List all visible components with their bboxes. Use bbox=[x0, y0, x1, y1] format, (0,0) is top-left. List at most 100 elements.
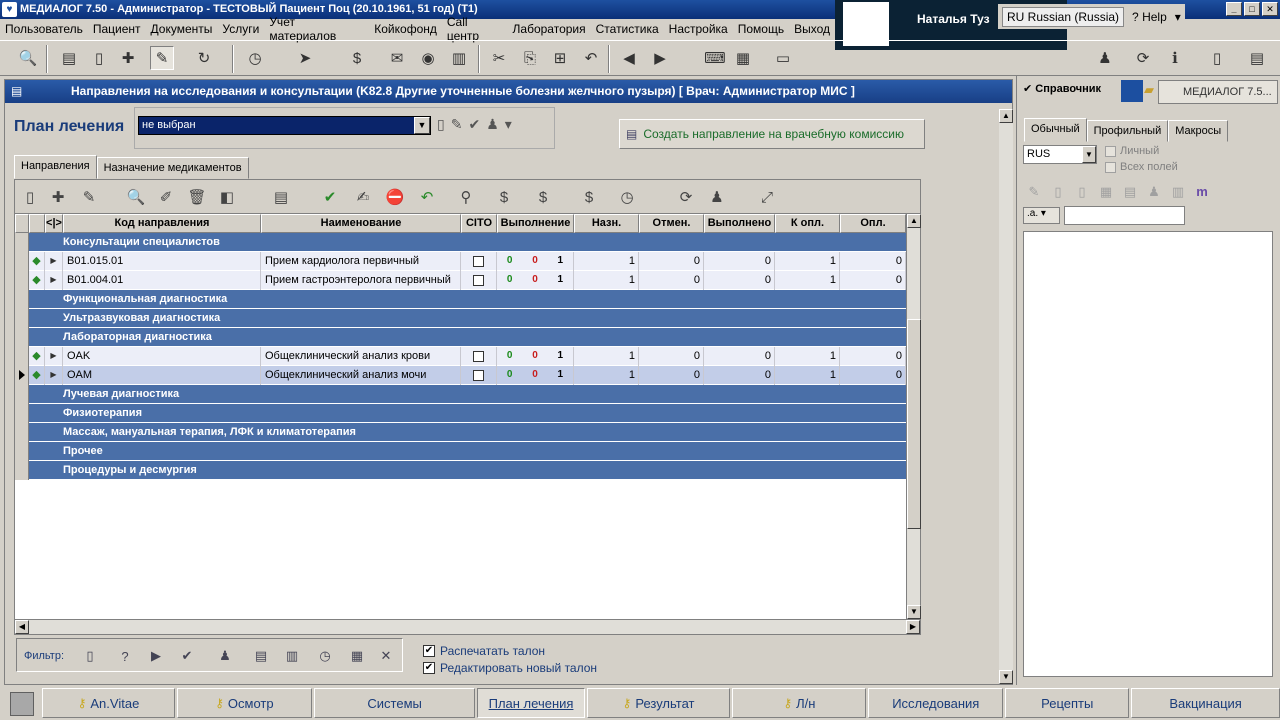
expand-icon[interactable]: ▶ bbox=[45, 252, 63, 271]
filter-done-icon[interactable]: ✔ bbox=[176, 645, 198, 667]
group-row[interactable]: Лучевая диагностика bbox=[15, 385, 906, 404]
maximize-button[interactable]: □ bbox=[1244, 2, 1260, 16]
scroll-down-icon[interactable]: ▼ bbox=[907, 605, 921, 619]
header-execution[interactable]: Выполнение bbox=[497, 214, 574, 233]
grid-vertical-scrollbar[interactable]: ▲ ▼ bbox=[906, 214, 921, 619]
macro-icon[interactable]: m bbox=[1191, 181, 1213, 203]
header-done[interactable]: Выполнено bbox=[704, 214, 775, 233]
forward-icon[interactable]: ▶ bbox=[648, 46, 672, 70]
coins-icon[interactable]: $ bbox=[492, 185, 516, 209]
monitor-icon[interactable]: ▭ bbox=[771, 46, 795, 70]
paste-icon[interactable]: ▯ bbox=[1071, 181, 1093, 203]
cito-checkbox[interactable] bbox=[461, 366, 497, 385]
referral-row[interactable]: ◆ ▶ OAK Общеклинический анализ крови 0 0 1 1 0 0 1… bbox=[15, 347, 906, 366]
all-fields-checkbox[interactable] bbox=[1105, 161, 1116, 173]
bottom-menu-icon[interactable] bbox=[10, 692, 34, 716]
bottom-tab[interactable]: Вакцинация bbox=[1131, 688, 1280, 718]
paste-icon[interactable]: ⊞ bbox=[548, 46, 572, 70]
menu-item[interactable]: Call центр bbox=[442, 15, 508, 43]
stop-icon[interactable]: ⛔ bbox=[383, 185, 407, 209]
language-indicator[interactable]: RU Russian (Russia) bbox=[1002, 6, 1125, 27]
documents-icon[interactable]: ▯ bbox=[1205, 46, 1229, 70]
tab-medication[interactable]: Назначение медикаментов bbox=[96, 157, 249, 179]
language-select[interactable]: RUS ▼ bbox=[1023, 145, 1097, 164]
referral-row[interactable]: ◆ ▶ B01.004.01 Прием гастроэнтеролога перви… bbox=[15, 271, 906, 290]
plan-select[interactable]: не выбран ▼ bbox=[138, 116, 431, 135]
edit-plan-icon[interactable]: ✎ bbox=[451, 116, 463, 133]
header-cancelled[interactable]: Отмен. bbox=[639, 214, 704, 233]
new-document-icon[interactable]: ✚ bbox=[116, 46, 140, 70]
keyboard-icon[interactable]: ⌨ bbox=[703, 46, 727, 70]
search-icon[interactable]: 🔍 bbox=[124, 185, 148, 209]
undo-icon[interactable]: ↶ bbox=[579, 46, 603, 70]
bottom-tab[interactable]: Исследования bbox=[868, 688, 1004, 718]
group-row[interactable]: Процедуры и десмургия bbox=[15, 461, 906, 480]
eraser-icon[interactable]: ◧ bbox=[215, 185, 239, 209]
undo-icon[interactable]: ↶ bbox=[415, 185, 439, 209]
list-icon[interactable]: ▤ bbox=[1119, 181, 1141, 203]
bottom-tab[interactable]: ⚷ Результат bbox=[586, 688, 731, 718]
search-mode-button[interactable]: .a. ▾ bbox=[1023, 207, 1060, 224]
export-icon[interactable]: ⤢ bbox=[755, 185, 779, 209]
edit-ticket-option[interactable]: ✔ Редактировать новый талон bbox=[423, 659, 597, 676]
menu-item[interactable]: Помощь bbox=[733, 22, 789, 36]
doctor-info-icon[interactable]: ♟ bbox=[705, 185, 729, 209]
filter-time-icon[interactable]: ◷ bbox=[314, 645, 336, 667]
money-icon[interactable]: $ bbox=[345, 46, 369, 70]
scroll-up-icon[interactable]: ▲ bbox=[907, 214, 921, 228]
group-row[interactable]: Лабораторная диагностика bbox=[15, 328, 906, 347]
archive-icon[interactable]: ▥ bbox=[447, 46, 471, 70]
filter-list-icon[interactable]: ▤ bbox=[250, 645, 272, 667]
send-icon[interactable]: ➤ bbox=[293, 46, 317, 70]
printer-icon[interactable]: ▤ bbox=[269, 185, 293, 209]
calculator-icon[interactable]: ▦ bbox=[731, 46, 755, 70]
referral-row[interactable]: ◆ ▶ OAM Общеклинический анализ мочи 0 0 1 1 0 0 1 0 bbox=[15, 366, 906, 385]
filter-play-icon[interactable]: ▶ bbox=[145, 645, 167, 667]
menu-item[interactable]: Документы bbox=[146, 22, 218, 36]
menu-item[interactable]: Учет материалов bbox=[264, 15, 369, 43]
group-row[interactable]: Физиотерапия bbox=[15, 404, 906, 423]
print-ticket-option[interactable]: ✔ Распечатать талон bbox=[423, 642, 597, 659]
group-row[interactable]: Ультразвуковая диагностика bbox=[15, 309, 906, 328]
menu-item[interactable]: Настройка bbox=[664, 22, 733, 36]
cut-icon[interactable]: ✎ bbox=[1023, 181, 1045, 203]
reference-title[interactable]: ✔ Справочник bbox=[1023, 82, 1101, 95]
money-check-icon[interactable]: $ bbox=[577, 185, 601, 209]
clear-plan-icon[interactable]: ▯ bbox=[437, 116, 445, 133]
camera-icon[interactable]: ◉ bbox=[416, 46, 440, 70]
cito-checkbox[interactable] bbox=[461, 271, 497, 290]
header-assigned[interactable]: Назн. bbox=[574, 214, 639, 233]
header-expand[interactable]: <|> bbox=[45, 214, 63, 233]
sync-icon[interactable]: ⟳ bbox=[674, 185, 698, 209]
user-icon[interactable]: ♟ bbox=[1093, 46, 1117, 70]
check-icon[interactable]: ✔ bbox=[318, 185, 342, 209]
all-fields-option[interactable]: Всех полей bbox=[1105, 161, 1178, 173]
template-icon[interactable]: ▥ bbox=[1167, 181, 1189, 203]
reference-search-input[interactable] bbox=[1064, 206, 1185, 225]
chevron-down-icon[interactable]: ▼ bbox=[414, 117, 430, 134]
cut-icon[interactable]: ✂ bbox=[487, 46, 511, 70]
copy-icon[interactable]: ▯ bbox=[1047, 181, 1069, 203]
print-ticket-checkbox[interactable]: ✔ bbox=[423, 644, 435, 657]
group-row[interactable]: Прочее bbox=[15, 442, 906, 461]
bottom-tab[interactable]: Рецепты bbox=[1005, 688, 1130, 718]
help-button[interactable]: ? Help bbox=[1128, 8, 1171, 26]
print-icon[interactable]: ▤ bbox=[57, 46, 81, 70]
referral-row[interactable]: ◆ ▶ B01.015.01 Прием кардиолога первичный 0 0… bbox=[15, 252, 906, 271]
filter-icon[interactable]: ⚲ bbox=[454, 185, 478, 209]
group-row[interactable]: Консультации специалистов bbox=[15, 233, 906, 252]
document-vertical-scrollbar[interactable]: ▲ ▼ bbox=[999, 109, 1013, 684]
bottom-tab[interactable]: ⚷ Л/н bbox=[732, 688, 867, 718]
scroll-thumb[interactable] bbox=[907, 319, 921, 529]
tab-referrals[interactable]: Направления bbox=[14, 155, 97, 179]
money-add-icon[interactable]: $ bbox=[531, 185, 555, 209]
sync-icon[interactable]: ⟳ bbox=[1131, 46, 1155, 70]
cito-checkbox[interactable] bbox=[461, 347, 497, 366]
bottom-tab[interactable]: ⚷ Осмотр bbox=[176, 688, 312, 718]
bottom-tab[interactable]: План лечения bbox=[477, 688, 585, 718]
plan-menu-chevron-icon[interactable]: ▾ bbox=[505, 116, 512, 133]
scroll-right-icon[interactable]: ▶ bbox=[906, 620, 920, 634]
bottom-tab[interactable]: Системы bbox=[313, 688, 476, 718]
expand-icon[interactable]: ▶ bbox=[45, 271, 63, 290]
add-icon[interactable]: ✚ bbox=[46, 185, 70, 209]
